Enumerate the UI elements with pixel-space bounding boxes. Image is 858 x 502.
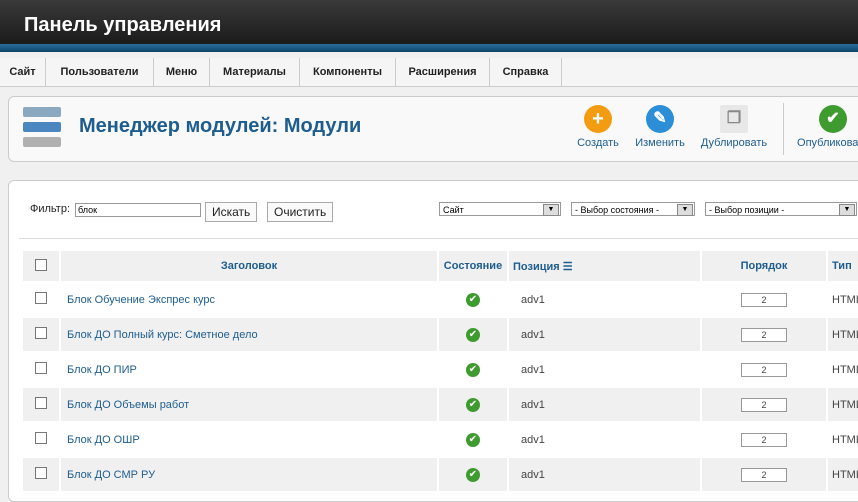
published-icon[interactable]: ✔ — [466, 327, 480, 342]
order-input[interactable]: 2 — [741, 432, 787, 447]
column-header-position[interactable]: Позиция ☰ — [509, 251, 700, 281]
menu-item-help[interactable]: Справка — [490, 58, 562, 86]
order-input[interactable]: 2 — [741, 397, 787, 412]
module-title-link[interactable]: Блок Обучение Экспрес курс — [67, 294, 215, 306]
menu-item-menus[interactable]: Меню — [154, 58, 210, 86]
row-checkbox[interactable] — [35, 292, 47, 304]
module-manager-icon — [23, 105, 61, 149]
column-header-order[interactable]: Порядок — [702, 251, 826, 281]
table-row: Блок ДО Полный курс: Сметное дело ✔ adv1… — [23, 318, 858, 351]
row-checkbox[interactable] — [35, 432, 47, 444]
row-checkbox[interactable] — [35, 362, 47, 374]
filter-label: Фильтр: — [30, 203, 71, 215]
row-checkbox[interactable] — [35, 467, 47, 479]
module-title-link[interactable]: Блок ДО Полный курс: Сметное дело — [67, 329, 258, 341]
type-cell: HTML — [828, 388, 858, 421]
column-header-type[interactable]: Тип — [828, 251, 858, 281]
order-input[interactable]: 2 — [741, 362, 787, 377]
type-cell: HTML — [828, 353, 858, 386]
chevron-down-icon: ▼ — [677, 204, 693, 216]
table-row: Блок ДО СМР РУ ✔ adv1 2 HTML — [23, 458, 858, 491]
table-row: Блок ДО ОШР ✔ adv1 2 HTML — [23, 423, 858, 456]
menu-item-content[interactable]: Материалы — [210, 58, 300, 86]
position-cell: adv1 — [509, 388, 700, 421]
sort-icon: ☰ — [562, 260, 573, 273]
module-title-link[interactable]: Блок ДО СМР РУ — [67, 469, 155, 481]
type-cell: HTML — [828, 458, 858, 491]
chevron-down-icon: ▼ — [543, 204, 559, 216]
column-header-title[interactable]: Заголовок — [61, 251, 437, 281]
clear-button[interactable]: Очистить — [267, 202, 334, 222]
module-title-link[interactable]: Блок ДО ОШР — [67, 434, 140, 446]
chevron-down-icon: ▼ — [839, 204, 855, 216]
site-select[interactable]: Сайт ▼ — [439, 202, 561, 216]
module-title-link[interactable]: Блок ДО Объемы работ — [67, 399, 189, 411]
page-title: Менеджер модулей: Модули — [79, 115, 362, 137]
position-select[interactable]: - Выбор позиции - ▼ — [705, 202, 857, 216]
published-icon[interactable]: ✔ — [466, 467, 480, 482]
toolbar-panel: Менеджер модулей: Модули + Создать ✎ Изм… — [8, 96, 858, 162]
order-input[interactable]: 2 — [741, 292, 787, 307]
app-title: Панель управления — [24, 14, 222, 36]
checkmark-icon: ✔ — [819, 105, 847, 133]
create-button[interactable]: + Создать — [563, 105, 633, 149]
duplicate-label: Дублировать — [700, 137, 768, 149]
order-input[interactable]: 2 — [741, 327, 787, 342]
table-row: Блок ДО Объемы работ ✔ adv1 2 HTML — [23, 388, 858, 421]
content-panel: Фильтр: Искать Очистить Сайт ▼ - Выбор с… — [8, 180, 858, 502]
published-icon[interactable]: ✔ — [466, 432, 480, 447]
position-cell: adv1 — [509, 318, 700, 351]
state-select-value: - Выбор состояния - — [575, 205, 660, 215]
type-cell: HTML — [828, 283, 858, 316]
menu-item-components[interactable]: Компоненты — [300, 58, 396, 86]
header-bar: Панель управления — [0, 0, 858, 52]
main-menu: Сайт Пользователи Меню Материалы Компоне… — [0, 58, 858, 87]
plus-icon: + — [584, 105, 612, 133]
select-all-cell — [23, 251, 59, 281]
divider — [19, 238, 858, 239]
state-select[interactable]: - Выбор состояния - ▼ — [571, 202, 695, 216]
position-cell: adv1 — [509, 458, 700, 491]
position-cell: adv1 — [509, 423, 700, 456]
order-input[interactable]: 2 — [741, 467, 787, 482]
filter-input[interactable] — [75, 203, 201, 217]
row-checkbox[interactable] — [35, 397, 47, 409]
type-cell: HTML — [828, 318, 858, 351]
pencil-icon: ✎ — [646, 105, 674, 133]
table-row: Блок Обучение Экспрес курс ✔ adv1 2 HTML — [23, 283, 858, 316]
publish-label: Опубликовать — [797, 137, 858, 149]
position-header-label: Позиция — [513, 260, 560, 273]
create-label: Создать — [577, 137, 619, 149]
copy-icon: ❐ — [720, 105, 748, 133]
menu-item-site[interactable]: Сайт — [0, 58, 46, 86]
module-title-link[interactable]: Блок ДО ПИР — [67, 364, 137, 376]
position-cell: adv1 — [509, 283, 700, 316]
header-stripe — [0, 44, 858, 52]
search-button[interactable]: Искать — [205, 202, 258, 222]
published-icon[interactable]: ✔ — [466, 397, 480, 412]
menu-item-users[interactable]: Пользователи — [46, 58, 154, 86]
modules-table: Заголовок Состояние Позиция ☰ Порядок Ти… — [21, 249, 858, 493]
edit-button[interactable]: ✎ Изменить — [625, 105, 695, 149]
toolbar-divider — [783, 103, 784, 155]
published-icon[interactable]: ✔ — [466, 362, 480, 377]
table-row: Блок ДО ПИР ✔ adv1 2 HTML — [23, 353, 858, 386]
position-cell: adv1 — [509, 353, 700, 386]
column-header-state[interactable]: Состояние — [439, 251, 507, 281]
type-cell: HTML — [828, 423, 858, 456]
published-icon[interactable]: ✔ — [466, 292, 480, 307]
position-select-value: - Выбор позиции - — [709, 205, 785, 215]
menu-item-extensions[interactable]: Расширения — [396, 58, 490, 86]
duplicate-button[interactable]: ❐ Дублировать — [699, 105, 769, 149]
edit-label: Изменить — [635, 137, 685, 149]
select-all-checkbox[interactable] — [35, 258, 47, 271]
site-select-value: Сайт — [443, 205, 464, 215]
row-checkbox[interactable] — [35, 327, 47, 339]
publish-button[interactable]: ✔ Опубликовать — [793, 105, 858, 149]
